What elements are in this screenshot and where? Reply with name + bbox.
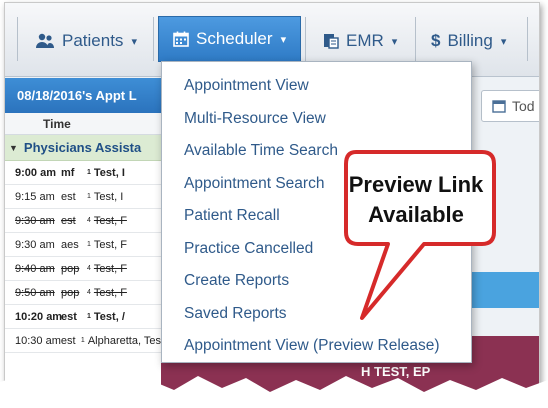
torn-edge-decoration xyxy=(0,372,548,408)
